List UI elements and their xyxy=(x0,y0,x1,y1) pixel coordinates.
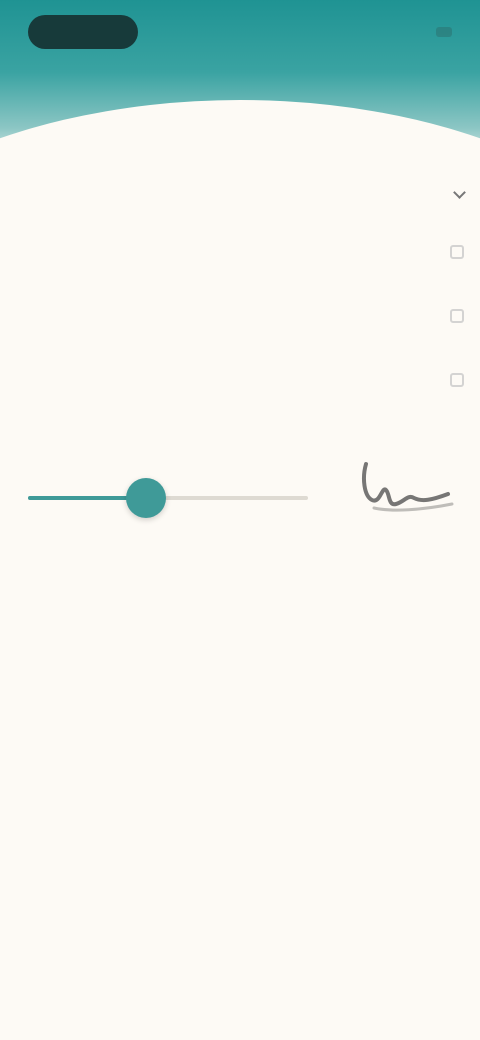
settings-content xyxy=(0,168,480,566)
setting-row-2[interactable] xyxy=(16,284,464,348)
setting-toggle[interactable] xyxy=(450,373,464,387)
slider-track[interactable] xyxy=(28,496,308,500)
status-time xyxy=(28,15,138,49)
signature-icon xyxy=(362,462,454,512)
status-indicators xyxy=(430,27,452,37)
slider-section xyxy=(16,416,464,566)
app-screen xyxy=(0,0,480,1040)
setting-toggle[interactable] xyxy=(450,309,464,323)
slider-thumb[interactable] xyxy=(125,478,166,518)
setting-row-3[interactable] xyxy=(16,348,464,412)
battery-icon xyxy=(436,27,452,37)
chevron-down-icon xyxy=(453,185,466,199)
status-bar xyxy=(0,0,480,64)
picker-row[interactable] xyxy=(16,168,466,220)
picker-dropdown[interactable] xyxy=(447,185,466,199)
setting-toggle[interactable] xyxy=(450,245,464,259)
setting-row-1[interactable] xyxy=(16,220,464,284)
